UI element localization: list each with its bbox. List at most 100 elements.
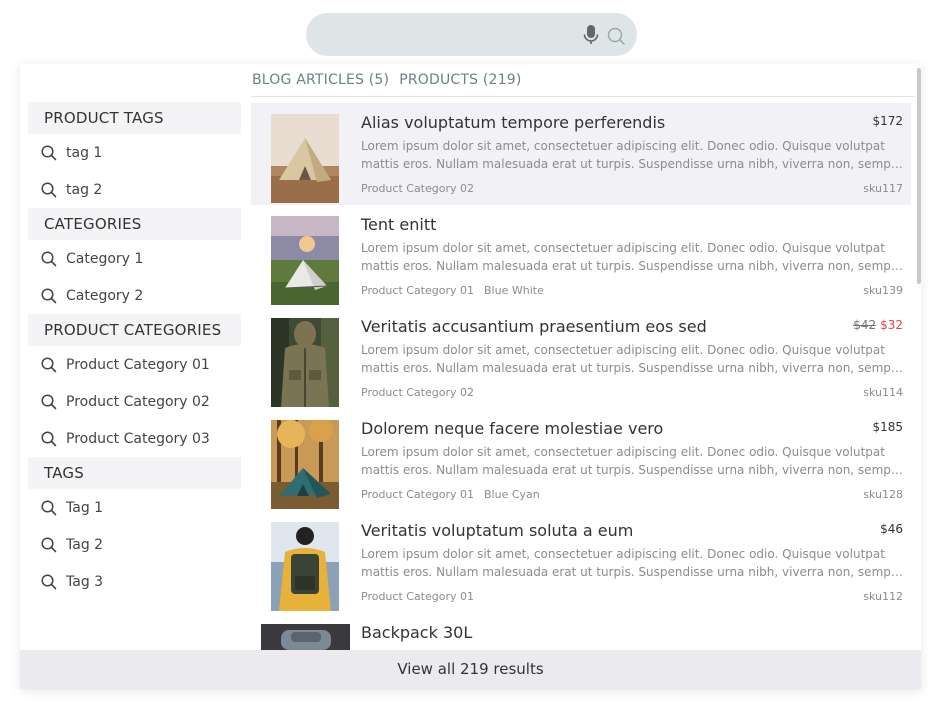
product-tag: Blue Cyan: [484, 488, 540, 501]
suggestion-item[interactable]: Product Category 03: [28, 420, 241, 457]
product-title[interactable]: Dolorem neque facere molestiae vero: [361, 419, 663, 438]
product-image-jacket: [271, 318, 339, 407]
search-icon: [40, 573, 58, 591]
product-category: Product Category 01: [361, 284, 475, 297]
description-line: Lorem ipsum dolor sit amet, consectetuer…: [361, 343, 885, 357]
product-description: Lorem ipsum dolor sit amet, consectetuer…: [361, 341, 903, 377]
product-title[interactable]: Tent enitt: [361, 215, 436, 234]
description-line: mattis eros. Nullam malesuada erat ut tu…: [361, 361, 903, 375]
search-icon: [40, 499, 58, 517]
suggestion-item[interactable]: tag 1: [28, 134, 241, 171]
product-image-tent: [271, 216, 339, 305]
product-description: Lorem ipsum dolor sit amet, consectetuer…: [361, 137, 903, 173]
suggestion-item[interactable]: Tag 3: [28, 563, 241, 600]
product-sku: sku139: [863, 284, 903, 297]
suggestion-item[interactable]: Product Category 02: [28, 383, 241, 420]
price-sale: $32: [880, 318, 903, 332]
suggestion-label: tag 2: [66, 181, 103, 198]
description-line: Lorem ipsum dolor sit amet, consectetuer…: [361, 445, 885, 459]
suggestion-label: Product Category 01: [66, 356, 210, 373]
search-icon: [40, 181, 58, 199]
suggestion-item[interactable]: tag 2: [28, 171, 241, 208]
product-price: $46: [880, 522, 903, 536]
product-meta: Product Category 02: [361, 386, 484, 399]
section-title-product-categories: PRODUCT CATEGORIES: [28, 314, 241, 346]
description-line: Lorem ipsum dolor sit amet, consectetuer…: [361, 547, 885, 561]
product-sku: sku117: [863, 182, 903, 195]
result-tabs: BLOG ARTICLES (5) PRODUCTS (219): [252, 70, 532, 96]
description-line: mattis eros. Nullam malesuada erat ut tu…: [361, 463, 903, 477]
product-category: Product Category 01: [361, 488, 475, 501]
tab-products[interactable]: PRODUCTS (219): [399, 70, 521, 96]
suggestion-label: Tag 3: [66, 573, 104, 590]
product-image-tent: [271, 114, 339, 203]
tab-blog-articles[interactable]: BLOG ARTICLES (5): [252, 70, 389, 96]
suggestion-item[interactable]: Product Category 01: [28, 346, 241, 383]
product-title[interactable]: Alias voluptatum tempore perferendis: [361, 113, 665, 132]
product-price: $185: [872, 420, 903, 434]
search-icon: [40, 536, 58, 554]
product-result-row[interactable]: Veritatis accusantium praesentium eos se…: [251, 307, 911, 409]
product-meta: Product Category 01: [361, 590, 484, 603]
description-line: mattis eros. Nullam malesuada erat ut tu…: [361, 259, 903, 273]
suggestion-item[interactable]: Tag 1: [28, 489, 241, 526]
suggestion-label: Category 2: [66, 287, 144, 304]
product-sku: sku112: [863, 590, 903, 603]
suggestion-label: tag 1: [66, 144, 103, 161]
search-icon: [40, 430, 58, 448]
product-category: Product Category 02: [361, 386, 475, 399]
search-icon[interactable]: [606, 26, 626, 50]
suggestion-item[interactable]: Category 1: [28, 240, 241, 277]
product-results-list: Alias voluptatum tempore perferendis $17…: [251, 103, 911, 650]
product-image-backpack: [271, 522, 339, 611]
suggestion-label: Tag 2: [66, 536, 104, 553]
product-price: $172: [872, 114, 903, 128]
product-result-row[interactable]: Tent enitt Lorem ipsum dolor sit amet, c…: [251, 205, 911, 307]
description-line: Lorem ipsum dolor sit amet, consectetuer…: [361, 139, 885, 153]
price-current: $172: [872, 114, 903, 128]
product-image-backpack: [261, 624, 350, 650]
product-description: Lorem ipsum dolor sit amet, consectetuer…: [361, 239, 903, 275]
search-icon: [40, 250, 58, 268]
search-icon: [40, 287, 58, 305]
product-category: Product Category 02: [361, 182, 475, 195]
search-icon: [40, 144, 58, 162]
product-result-row[interactable]: Dolorem neque facere molestiae vero $185…: [251, 409, 911, 511]
suggestions-sidebar: PRODUCT TAGS tag 1 tag 2 CATEGORIES Cate…: [28, 102, 241, 600]
microphone-icon[interactable]: [583, 25, 599, 49]
results-scrollbar[interactable]: [917, 68, 921, 284]
product-category: Product Category 01: [361, 590, 475, 603]
product-tag: Blue White: [484, 284, 544, 297]
product-meta: Product Category 01 Blue White: [361, 284, 554, 297]
description-line: mattis eros. Nullam malesuada erat ut tu…: [361, 565, 903, 579]
suggestion-item[interactable]: Tag 2: [28, 526, 241, 563]
search-results-panel: BLOG ARTICLES (5) PRODUCTS (219) PRODUCT…: [20, 64, 921, 689]
search-icon: [40, 393, 58, 411]
product-sku: sku114: [863, 386, 903, 399]
product-result-row[interactable]: Veritatis voluptatum soluta a eum $46 Lo…: [251, 511, 911, 613]
section-title-categories: CATEGORIES: [28, 208, 241, 240]
suggestion-label: Tag 1: [66, 499, 104, 516]
product-result-row[interactable]: Backpack 30L: [251, 613, 911, 650]
suggestion-item[interactable]: Category 2: [28, 277, 241, 314]
product-title[interactable]: Veritatis voluptatum soluta a eum: [361, 521, 633, 540]
product-result-row[interactable]: Alias voluptatum tempore perferendis $17…: [251, 103, 911, 205]
product-title[interactable]: Backpack 30L: [361, 623, 472, 642]
product-title[interactable]: Veritatis accusantium praesentium eos se…: [361, 317, 707, 336]
product-sku: sku128: [863, 488, 903, 501]
product-price: $42 $32: [853, 318, 903, 332]
section-title-product-tags: PRODUCT TAGS: [28, 102, 241, 134]
description-line: Lorem ipsum dolor sit amet, consectetuer…: [361, 241, 885, 255]
view-all-results-button[interactable]: View all 219 results: [20, 650, 921, 689]
price-original: $42: [853, 318, 877, 332]
product-meta: Product Category 02: [361, 182, 484, 195]
search-input[interactable]: [322, 13, 577, 56]
search-icon: [40, 356, 58, 374]
suggestion-label: Product Category 02: [66, 393, 210, 410]
product-description: Lorem ipsum dolor sit amet, consectetuer…: [361, 443, 903, 479]
suggestion-label: Product Category 03: [66, 430, 210, 447]
product-meta: Product Category 01 Blue Cyan: [361, 488, 550, 501]
suggestion-label: Category 1: [66, 250, 144, 267]
price-current: $185: [872, 420, 903, 434]
tabs-divider: [251, 96, 915, 97]
